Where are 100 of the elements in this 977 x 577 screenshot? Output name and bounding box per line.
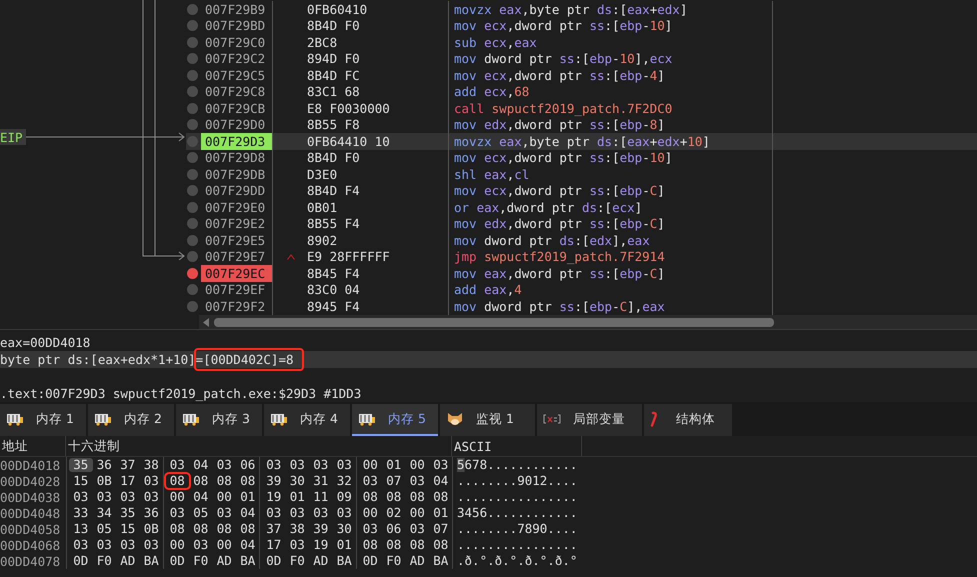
hex-byte: 0D (362, 554, 379, 568)
tab[interactable]: 内存 1 (0, 404, 86, 436)
tab[interactable]: 监视 1 (440, 404, 535, 436)
instruction-text: movzx eax,byte ptr ds:[eax+edx] (449, 1, 773, 18)
bytes-cell: 894D F0 (307, 51, 360, 66)
instruction-row[interactable]: 007F29DD 8B4D F4 mov ecx,dword ptr ss:[ebp-C] (186, 182, 977, 199)
hex-byte: 08 (192, 522, 210, 536)
instruction-row[interactable]: 007F29C5 8B4D FC mov ecx,dword ptr ss:[ebp-4] (186, 67, 977, 84)
hex-byte: 35 (69, 458, 92, 472)
instruction-row[interactable]: 007F29E2 8B55 F4 mov edx,dword ptr ss:[ebp-C] (186, 216, 977, 232)
hex-byte: 03 (216, 458, 233, 472)
tab[interactable]: 结构体 (644, 404, 732, 436)
instruction-text: mov edx,dword ptr ss:[ebp-C] (449, 216, 773, 232)
breakpoint-dot[interactable] (187, 119, 198, 130)
hex-byte: 04 (239, 538, 256, 552)
hex-byte: 08 (362, 490, 379, 504)
hex-byte: 03 (265, 458, 282, 472)
instruction-row[interactable]: 007F29C8 83C1 68 add ecx,68 (186, 84, 977, 100)
bytes-cell: 8B4D F4 (307, 183, 360, 198)
hex-byte: 08 (432, 538, 450, 552)
hex-byte: 08 (239, 522, 256, 536)
address-cell: 007F29DD (201, 182, 273, 199)
hex-byte: 06 (239, 458, 256, 472)
instruction-text: mov ecx,dword ptr ss:[ebp-10] (449, 18, 773, 34)
breakpoint-dot[interactable] (187, 268, 198, 279)
breakpoint-dot[interactable] (187, 168, 198, 180)
hex-byte: 00 (216, 538, 233, 552)
eip-label: EIP (0, 129, 26, 145)
breakpoint-dot[interactable] (187, 234, 198, 246)
breakpoint-dot[interactable] (187, 102, 198, 114)
hex-byte: 05 (96, 522, 113, 536)
breakpoint-dot[interactable] (187, 36, 198, 48)
breakpoint-dot[interactable] (187, 86, 198, 98)
hex-byte: 00 (168, 490, 186, 504)
hex-byte: BA (336, 554, 353, 568)
instruction-row[interactable]: 007F29B9 0FB60410 movzx eax,byte ptr ds:[eax+edx] (186, 1, 977, 18)
hex-byte: 04 (192, 458, 210, 472)
breakpoint-dot[interactable] (187, 218, 198, 230)
hex-byte: 02 (385, 506, 402, 520)
instruction-row[interactable]: 007F29C2 894D F0 mov dword ptr ss:[ebp-10],ecx (186, 50, 977, 67)
hex-byte: 01 (288, 490, 306, 504)
hex-byte: 04 (239, 506, 256, 520)
hex-byte: 01 (385, 458, 402, 472)
ascii-text: 3456............ (452, 505, 578, 521)
bytes-cell: 2BC8 (307, 34, 338, 50)
breakpoint-dot[interactable] (187, 202, 198, 213)
hex-byte: AD (312, 554, 330, 568)
register-text: eax=00DD4018 (0, 335, 90, 350)
instruction-row[interactable]: 007F29EF 83C0 04 add eax,4 (186, 282, 977, 298)
instruction-row[interactable]: 007F29C0 2BC8 sub ecx,eax (186, 34, 977, 50)
hex-byte: 17 (265, 538, 282, 552)
hex-byte: AD (408, 554, 426, 568)
tab[interactable]: 局部变量 (537, 404, 642, 436)
hex-byte: 0B (142, 522, 160, 536)
hex-byte: 03 (336, 506, 353, 520)
tab[interactable]: 内存 5 (352, 404, 438, 436)
instruction-row[interactable]: 007F29E0 0B01 or eax,dword ptr ds:[ecx] (186, 199, 977, 216)
address-cell: 007F29E5 (201, 232, 273, 248)
instruction-text: call swpuctf2019_patch.7F2DC0 (449, 100, 773, 116)
address-cell-text: 00DD4068 (0, 538, 62, 552)
breakpoint-dot[interactable] (187, 20, 198, 32)
scroll-left-icon[interactable] (203, 318, 210, 326)
instruction-row[interactable]: 007F29DB D3E0 shl eax,cl (186, 166, 977, 182)
breakpoint-dot[interactable] (187, 284, 198, 296)
hex-byte: 03 (72, 538, 90, 552)
breakpoint-dot[interactable] (187, 4, 198, 15)
breakpoint-dot[interactable] (187, 152, 198, 164)
bytes-cell: 8945 F4 (307, 298, 360, 314)
instruction-row[interactable]: 007F29D3 0FB64410 10 movzx eax,byte ptr ds:[eax+edx+10] (186, 133, 977, 150)
breakpoint-dot[interactable] (187, 251, 198, 262)
breakpoint-dot[interactable] (187, 136, 198, 147)
hex-byte: 03 (96, 490, 113, 504)
tab[interactable]: 内存 4 (264, 404, 350, 436)
instruction-row[interactable]: 007F29D8 8B4D F0 mov ecx,dword ptr ss:[ebp-10] (186, 150, 977, 166)
address-cell: 007F29EF (201, 282, 273, 298)
ascii-text: 5678............ (452, 457, 578, 473)
instruction-row[interactable]: 007F29BD 8B4D F0 mov ecx,dword ptr ss:[ebp-10] (186, 18, 977, 34)
hex-byte: 37 (265, 522, 282, 536)
hex-byte: 08 (385, 538, 402, 552)
tab[interactable]: 内存 3 (176, 404, 262, 436)
instruction-row[interactable]: 007F29EC 8B45 F4 mov eax,dword ptr ss:[ebp-C] (186, 265, 977, 282)
hex-byte: 00 (362, 458, 379, 472)
breakpoint-dot[interactable] (187, 300, 198, 312)
bytes-cell: 8B4D F0 (307, 18, 360, 34)
hex-byte: 00 (408, 458, 426, 472)
breakpoint-dot[interactable] (187, 70, 198, 81)
instruction-row[interactable]: 007F29CB E8 F0030000 call swpuctf2019_patch.7F2DC0 (186, 100, 977, 116)
instruction-row[interactable]: 007F29E5 8902 mov dword ptr ds:[edx],eax (186, 232, 977, 248)
address-cell: 007F29C8 (201, 84, 273, 100)
scrollbar-thumb[interactable] (214, 318, 774, 326)
hex-byte: 03 (168, 458, 186, 472)
breakpoint-dot[interactable] (187, 185, 198, 196)
address-cell: 007F29B9 (201, 1, 273, 18)
breakpoint-dot[interactable] (187, 53, 198, 64)
address-cell: 007F29D8 (201, 150, 273, 166)
address-cell: 007F29E0 (201, 199, 273, 216)
hex-byte: 08 (385, 490, 402, 504)
hex-byte: 39 (312, 522, 330, 536)
ascii-text: ........7890.... (452, 521, 578, 537)
tab[interactable]: 内存 2 (88, 404, 174, 436)
